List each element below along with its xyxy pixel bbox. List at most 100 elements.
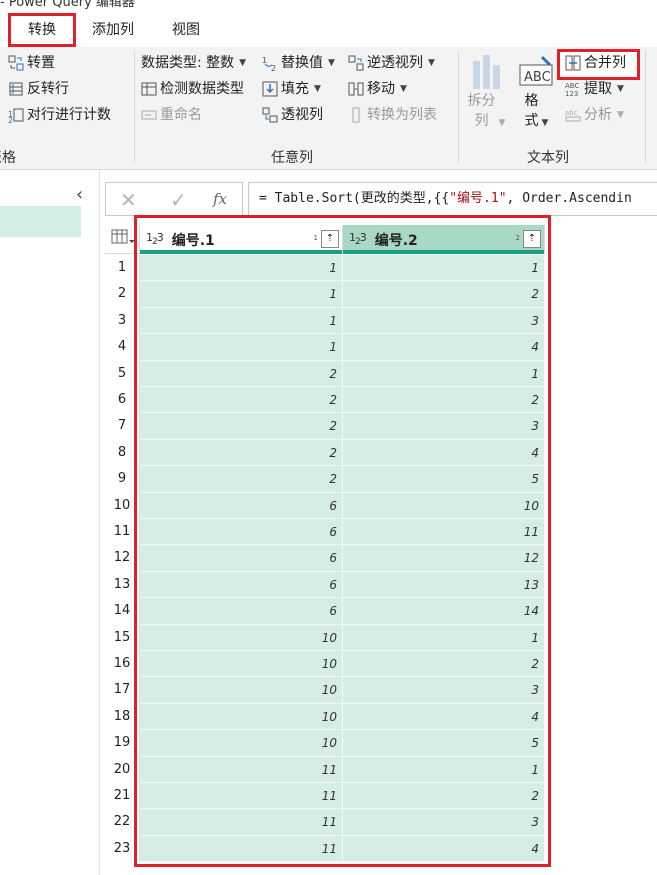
integer-type-icon[interactable]: 123 (146, 231, 164, 247)
cell-col2[interactable]: 1 (343, 756, 545, 783)
table-row[interactable]: 22 11 3 (105, 809, 545, 836)
commit-check-icon[interactable]: ✓ (170, 188, 187, 212)
data-type-dropdown[interactable]: 数据类型: 整数 ▼ (141, 52, 246, 74)
cell-col2[interactable]: 5 (343, 730, 545, 757)
rename-button[interactable]: 重命名 (141, 104, 202, 126)
cell-col1[interactable]: 11 (140, 756, 343, 783)
cell-col2[interactable]: 4 (343, 439, 545, 467)
transpose-button[interactable]: 转置 (8, 52, 55, 74)
table-row[interactable]: 313 (105, 307, 545, 335)
row-number[interactable]: 10 (105, 492, 140, 519)
row-number[interactable]: 15 (105, 624, 140, 651)
reverse-rows-button[interactable]: 反转行 (8, 78, 69, 100)
extract-button[interactable]: ABC 123 提取 ▼ (565, 78, 624, 100)
table-row[interactable]: 11 6 11 (105, 519, 545, 546)
table-row[interactable]: 111 (105, 255, 545, 282)
row-number[interactable]: 3 (105, 307, 140, 335)
cell-col1[interactable]: 10 (140, 703, 343, 731)
cell-col1[interactable]: 11 (140, 783, 343, 810)
table-row[interactable]: 212 (105, 281, 545, 308)
cell-col1[interactable]: 2 (140, 466, 343, 493)
table-row[interactable]: 723 (105, 413, 545, 440)
cell-col2[interactable]: 11 (343, 519, 545, 546)
cell-col2[interactable]: 14 (343, 598, 545, 625)
row-number[interactable]: 14 (105, 598, 140, 625)
table-row[interactable]: 925 (105, 466, 545, 493)
table-row[interactable]: 21 11 2 (105, 783, 545, 810)
unpivot-button[interactable]: 逆透视列 ▼ (348, 52, 435, 74)
cell-col1[interactable]: 10 (140, 730, 343, 757)
split-column-button[interactable]: 拆分列 ▼ (466, 53, 506, 133)
table-row[interactable]: 14 6 14 (105, 598, 545, 625)
cell-col2[interactable]: 3 (343, 809, 545, 836)
row-number[interactable]: 5 (105, 360, 140, 387)
fill-button[interactable]: 填充 ▼ (262, 78, 321, 100)
cell-col1[interactable]: 1 (140, 255, 343, 282)
row-number[interactable]: 18 (105, 703, 140, 731)
format-button[interactable]: ABC 格式 ▼ (516, 53, 556, 133)
table-row[interactable]: 521 (105, 360, 545, 387)
row-number[interactable]: 19 (105, 730, 140, 757)
cell-col2[interactable]: 4 (343, 703, 545, 731)
cell-col1[interactable]: 2 (140, 413, 343, 440)
tab-transform[interactable]: 转换 (8, 13, 76, 47)
cell-col2[interactable]: 1 (343, 624, 545, 651)
row-number[interactable]: 1 (105, 255, 140, 282)
cell-col2[interactable]: 2 (343, 281, 545, 308)
sort-filter-button[interactable]: ⇡ (523, 230, 541, 248)
merge-columns-button[interactable]: 合并列 (565, 52, 626, 74)
cell-col1[interactable]: 6 (140, 492, 343, 519)
cell-col1[interactable]: 11 (140, 835, 343, 863)
cell-col1[interactable]: 10 (140, 624, 343, 651)
row-number[interactable]: 8 (105, 439, 140, 467)
move-button[interactable]: 移动 ▼ (348, 78, 407, 100)
row-number[interactable]: 22 (105, 809, 140, 836)
cell-col2[interactable]: 13 (343, 571, 545, 599)
cell-col1[interactable]: 6 (140, 519, 343, 546)
row-number[interactable]: 21 (105, 783, 140, 810)
tab-add-column[interactable]: 添加列 (82, 13, 144, 47)
row-number[interactable]: 13 (105, 571, 140, 599)
cell-col2[interactable]: 2 (343, 387, 545, 414)
table-row[interactable]: 824 (105, 439, 545, 467)
cell-col1[interactable]: 2 (140, 387, 343, 414)
integer-type-icon[interactable]: 123 (349, 231, 367, 247)
sort-filter-button[interactable]: ⇡ (321, 230, 339, 248)
table-row[interactable]: 20 11 1 (105, 756, 545, 783)
convert-to-list-button[interactable]: 转换为列表 (348, 104, 437, 126)
row-number[interactable]: 9 (105, 466, 140, 493)
table-row[interactable]: 414 (105, 334, 545, 361)
count-rows-button[interactable]: 12 对行进行计数 (8, 104, 111, 126)
cell-col1[interactable]: 6 (140, 598, 343, 625)
row-number[interactable]: 17 (105, 677, 140, 704)
row-number[interactable]: 6 (105, 387, 140, 414)
collapse-pane-icon[interactable]: ‹ (76, 184, 83, 205)
table-row[interactable]: 10 6 10 (105, 492, 545, 519)
row-number[interactable]: 7 (105, 413, 140, 440)
detect-type-button[interactable]: 检测数据类型 (141, 78, 244, 100)
cell-col2[interactable]: 1 (343, 360, 545, 387)
cell-col2[interactable]: 3 (343, 413, 545, 440)
replace-values-button[interactable]: 12 替换值 ▼ (262, 52, 335, 74)
cancel-icon[interactable]: ✕ (120, 188, 137, 212)
table-menu-button[interactable] (105, 225, 140, 254)
cell-col2[interactable]: 4 (343, 334, 545, 361)
cell-col1[interactable]: 11 (140, 809, 343, 836)
cell-col1[interactable]: 6 (140, 545, 343, 572)
cell-col2[interactable]: 12 (343, 545, 545, 572)
table-row[interactable]: 16 10 2 (105, 651, 545, 678)
row-number[interactable]: 11 (105, 519, 140, 546)
parse-button[interactable]: abc 分析 ▼ (565, 104, 624, 126)
selected-query[interactable] (0, 206, 81, 237)
cell-col1[interactable]: 1 (140, 307, 343, 335)
cell-col1[interactable]: 10 (140, 677, 343, 704)
cell-col2[interactable]: 3 (343, 307, 545, 335)
cell-col1[interactable]: 10 (140, 651, 343, 678)
cell-col2[interactable]: 2 (343, 783, 545, 810)
cell-col1[interactable]: 2 (140, 439, 343, 467)
table-row[interactable]: 23 11 4 (105, 835, 545, 863)
cell-col1[interactable]: 1 (140, 334, 343, 361)
cell-col1[interactable]: 1 (140, 281, 343, 308)
row-number[interactable]: 2 (105, 281, 140, 308)
pivot-column-button[interactable]: 透视列 (262, 104, 323, 126)
